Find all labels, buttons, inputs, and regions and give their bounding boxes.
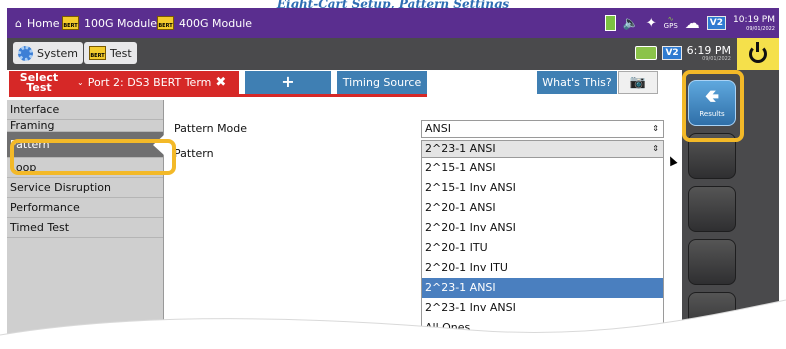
status-bar: ⌂ Home BERT 100G Module BERT 400G Module…	[7, 8, 779, 38]
module-clock: 6:19 PM 09/01/2022	[687, 45, 731, 62]
test-button[interactable]: BERT Test	[84, 42, 137, 64]
module-100g-button[interactable]: BERT 100G Module	[62, 15, 157, 31]
soft-key-panel: 🢀 Results	[682, 70, 779, 349]
system-date: 09/01/2022	[746, 25, 775, 32]
app-window: ⌂ Home BERT 100G Module BERT 400G Module…	[7, 8, 779, 349]
port-tab-label: Port 2: DS3 BERT Term	[87, 76, 212, 89]
results-label: Results	[699, 110, 725, 118]
dropdown-option-selected[interactable]: 2^23-1 ANSI	[422, 278, 663, 298]
pattern-dropdown-list: 2^15-1 ANSI 2^15-1 Inv ANSI 2^20-1 ANSI …	[421, 158, 664, 349]
tab-port-2[interactable]: ⌄ Port 2: DS3 BERT Term ✖	[69, 71, 239, 94]
add-test-button[interactable]: +	[245, 71, 331, 94]
nav-item-framing[interactable]: Framing	[7, 120, 163, 132]
gear-icon	[18, 45, 33, 61]
soft-key-3[interactable]	[688, 186, 736, 232]
nav-item-service-disruption[interactable]: Service Disruption	[7, 178, 163, 198]
select-test-line2: Test	[26, 81, 52, 94]
dropdown-option[interactable]: 2^23-1 Inv ANSI	[422, 298, 663, 318]
home-label: Home	[26, 16, 60, 30]
nav-item-pattern[interactable]: Pattern	[7, 132, 163, 158]
nav-item-interface[interactable]: Interface	[7, 100, 163, 120]
home-button[interactable]: ⌂ Home	[15, 15, 59, 31]
settings-nav: Interface Framing Pattern Loop Service D…	[7, 100, 164, 349]
dropdown-option[interactable]: All Zeros	[422, 338, 663, 348]
nav-item-loop[interactable]: Loop	[7, 158, 163, 178]
status-icons: 🔈 ✦ ∿ GPS ☁ V2 10:19 PM 09/01/2022	[604, 12, 775, 34]
module-bar: System BERT Test V2 6:19 PM 09/01/2022	[7, 38, 779, 70]
soft-key-5[interactable]	[688, 292, 736, 338]
pattern-select[interactable]: 2^23-1 ANSI ⇕	[421, 140, 664, 158]
pattern-mode-select[interactable]: ANSI ⇕	[421, 120, 664, 138]
speaker-icon: 🔈	[622, 15, 639, 31]
pattern-value: 2^23-1 ANSI	[425, 142, 496, 155]
pattern-label: Pattern	[174, 147, 214, 160]
chevron-down-icon: ⌄	[77, 78, 84, 87]
dropdown-option[interactable]: 2^20-1 Inv ANSI	[422, 218, 663, 238]
home-icon: ⌂	[15, 16, 22, 30]
signal-icon	[635, 46, 658, 60]
module-status: V2 6:19 PM 09/01/2022	[635, 42, 731, 64]
dropdown-option[interactable]: All Ones	[422, 318, 663, 338]
module-400g-label: 400G Module	[179, 16, 253, 30]
arrow-left-icon: 🢀	[705, 87, 719, 107]
dropdown-option[interactable]: 2^20-1 ANSI	[422, 198, 663, 218]
soft-key-4[interactable]	[688, 239, 736, 285]
close-icon[interactable]: ✖	[215, 75, 226, 90]
camera-icon: 📷	[629, 75, 647, 90]
dropdown-option[interactable]: 2^15-1 ANSI	[422, 158, 663, 178]
gps-label: GPS	[663, 22, 678, 30]
camera-button[interactable]: 📷	[618, 71, 658, 94]
pattern-mode-label: Pattern Mode	[174, 122, 248, 135]
select-arrows-icon: ⇕	[652, 144, 659, 153]
results-button[interactable]: 🢀 Results	[688, 80, 736, 126]
soft-key-2[interactable]	[688, 133, 736, 179]
module-version-badge: V2	[662, 46, 682, 60]
dropdown-option[interactable]: 2^20-1 Inv ITU	[422, 258, 663, 278]
battery-icon	[604, 15, 616, 31]
test-label: Test	[110, 46, 132, 60]
system-clock: 10:19 PM 09/01/2022	[733, 15, 775, 32]
mouse-cursor-icon	[666, 154, 678, 167]
bert-module-icon: BERT	[89, 46, 106, 60]
gps-icon: ∿ GPS	[663, 15, 678, 30]
nav-item-performance[interactable]: Performance	[7, 198, 163, 218]
test-tab-row: Select Test ⌄ Port 2: DS3 BERT Term ✖ + …	[7, 70, 682, 100]
active-tab-underline	[9, 94, 427, 97]
tab-timing-source[interactable]: Timing Source	[337, 71, 427, 94]
module-time: 6:19 PM	[686, 43, 731, 57]
active-indicator	[153, 135, 164, 155]
power-button[interactable]	[737, 38, 779, 70]
bert-module-icon: BERT	[157, 16, 174, 30]
bert-module-icon: BERT	[62, 16, 79, 30]
select-arrows-icon: ⇕	[652, 124, 659, 133]
version-badge: V2	[706, 16, 726, 30]
system-time: 10:19 PM	[733, 14, 775, 25]
cloud-icon: ☁	[684, 14, 700, 32]
power-icon	[749, 42, 767, 63]
pattern-mode-value: ANSI	[425, 122, 451, 135]
module-400g-button[interactable]: BERT 400G Module	[157, 15, 252, 31]
system-label: System	[37, 46, 79, 60]
whats-this-button[interactable]: What's This?	[537, 71, 617, 94]
select-test-button[interactable]: Select Test	[9, 71, 69, 94]
system-button[interactable]: System	[13, 42, 84, 64]
satellite-icon: ✦	[645, 15, 657, 31]
dropdown-option[interactable]: 2^15-1 Inv ANSI	[422, 178, 663, 198]
pattern-settings-panel: Pattern Mode ANSI ⇕ Pattern 2^23-1 ANSI …	[164, 100, 682, 349]
nav-item-timed-test[interactable]: Timed Test	[7, 218, 163, 238]
module-100g-label: 100G Module	[84, 16, 158, 30]
dropdown-option[interactable]: 2^20-1 ITU	[422, 238, 663, 258]
